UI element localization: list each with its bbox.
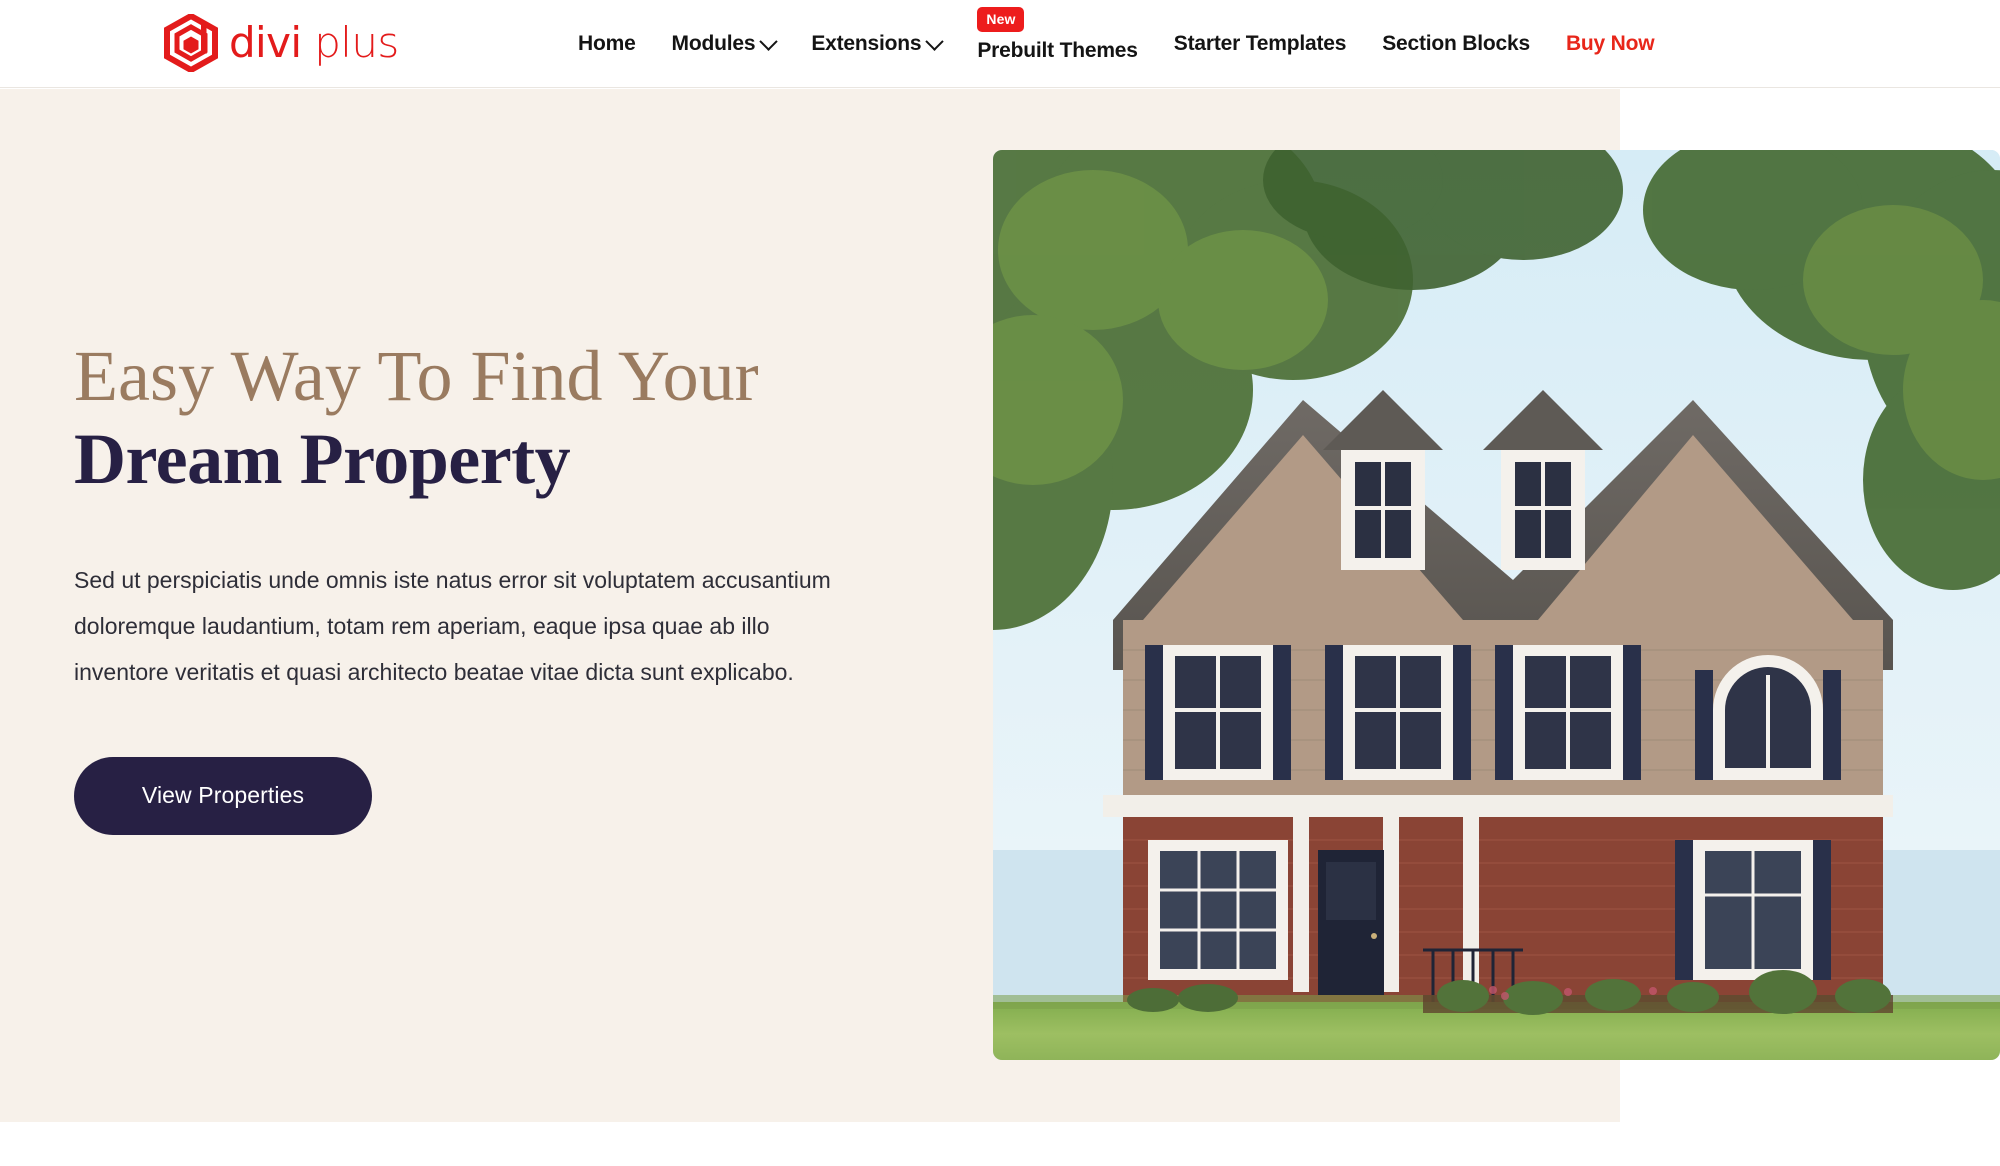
chevron-down-icon [925, 31, 945, 51]
nav-label: Prebuilt Themes [977, 39, 1138, 62]
nav-item-buy-now[interactable]: Buy Now [1548, 0, 1672, 88]
nav-item-section-blocks[interactable]: Section Blocks [1364, 0, 1548, 88]
site-logo[interactable]: divi plus [163, 13, 399, 73]
nav-item-extensions[interactable]: Extensions [793, 0, 959, 88]
hero-paragraph: Sed ut perspiciatis unde omnis iste natu… [74, 566, 831, 685]
hero-heading-line-2: Dream Property [74, 418, 571, 499]
nav-label: Extensions [811, 32, 922, 55]
nav-item-prebuilt-themes[interactable]: New Prebuilt Themes [959, 0, 1155, 88]
nav-item-modules[interactable]: Modules [654, 0, 794, 88]
new-badge: New [977, 7, 1025, 32]
logo-wordmark: divi plus [229, 18, 399, 67]
nav-label: Modules [671, 32, 756, 55]
nav-item-starter-templates[interactable]: Starter Templates [1156, 0, 1364, 88]
hero-content: Easy Way To Find Your Dream Property Sed… [74, 89, 944, 1122]
nav-label: Section Blocks [1382, 32, 1530, 55]
view-properties-button[interactable]: View Properties [74, 756, 372, 835]
nav-label: Home [578, 32, 636, 55]
page-title: Easy Way To Find Your Dream Property [74, 336, 944, 502]
house-illustration [993, 150, 2000, 1060]
nav-label: Buy Now [1565, 32, 1655, 55]
hero-house-image [993, 150, 2000, 1060]
nav-item-home[interactable]: Home [560, 0, 654, 88]
main-navigation: Home Modules Extensions New Prebuilt The… [560, 0, 1672, 88]
chevron-down-icon [759, 31, 779, 51]
divi-plus-hexagon-logo-icon [164, 14, 218, 72]
hero-heading-line-1: Easy Way To Find Your [74, 336, 759, 417]
page-root: divi plus Home Modules Extensions New Pr… [0, 0, 2000, 1166]
nav-label: Starter Templates [1173, 32, 1347, 55]
site-header: divi plus Home Modules Extensions New Pr… [0, 0, 2000, 88]
